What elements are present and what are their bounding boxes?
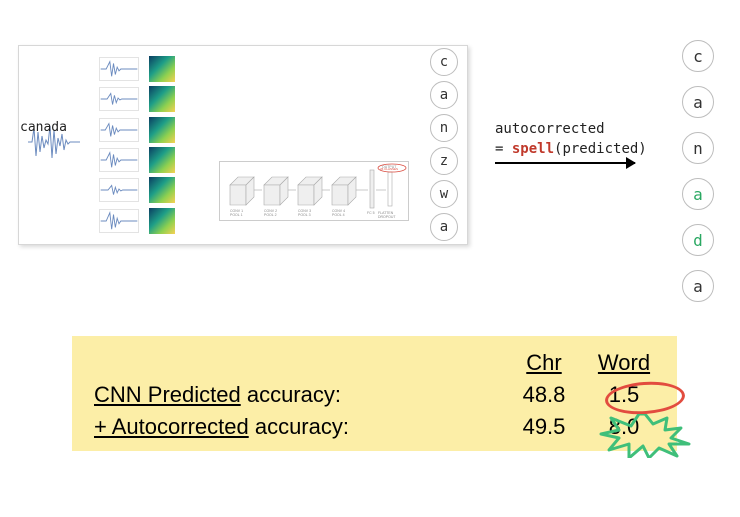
pipeline-row: [99, 84, 457, 114]
spectrogram-icon: [149, 147, 175, 173]
row-label-underlined: + Autocorrected: [94, 414, 249, 439]
segment-waveform-icon: [99, 148, 139, 172]
spell-fn: spell: [512, 141, 554, 157]
corrected-letter: n: [682, 132, 714, 164]
svg-text:26 CLASSES: 26 CLASSES: [380, 167, 398, 171]
corrected-letter-changed: d: [682, 224, 714, 256]
cnn-architecture-icon: CONV 1 POOL 1 CONV 2 POOL 2 CONV 3 POOL …: [219, 161, 409, 221]
svg-text:FC 5: FC 5: [367, 211, 375, 215]
autocorrect-args: (predicted): [554, 141, 647, 157]
col-chr: Chr: [513, 350, 575, 376]
corrected-letter: a: [682, 270, 714, 302]
autocorrect-expression: autocorrected = spell(predicted): [495, 120, 647, 159]
corrected-letter: a: [682, 86, 714, 118]
chr-value: 49.5: [513, 414, 575, 440]
spectrogram-icon: [149, 208, 175, 234]
svg-text:POOL 4: POOL 4: [332, 213, 345, 217]
pipeline-row: [99, 115, 457, 145]
svg-text:POOL 3: POOL 3: [298, 213, 311, 217]
arrow-icon: [495, 162, 635, 164]
spectrogram-icon: [149, 56, 175, 82]
segment-waveform-icon: [99, 178, 139, 202]
svg-text:POOL 2: POOL 2: [264, 213, 277, 217]
pipeline-row: [99, 54, 457, 84]
results-row-cnn: CNN Predicted accuracy: 48.8 1.5: [94, 382, 655, 408]
segment-waveform-icon: [99, 118, 139, 142]
results-row-autocorrect: + Autocorrected accuracy: 49.5 8.0: [94, 414, 655, 440]
col-word: Word: [593, 350, 655, 376]
svg-text:DROPOUT: DROPOUT: [378, 215, 396, 219]
segment-waveform-icon: [99, 209, 139, 233]
corrected-letter-changed: a: [682, 178, 714, 210]
predicted-letter: w: [430, 180, 458, 208]
predicted-letter: a: [430, 213, 458, 241]
predicted-letter: n: [430, 114, 458, 142]
spectrogram-icon: [149, 86, 175, 112]
spectrogram-icon: [149, 117, 175, 143]
predicted-letter: a: [430, 81, 458, 109]
row-label-rest: accuracy:: [241, 382, 341, 407]
autocorrect-lhs: autocorrected: [495, 121, 605, 137]
svg-text:POOL 1: POOL 1: [230, 213, 243, 217]
corrected-letter-column: c a n a d a: [682, 40, 714, 302]
autocorrect-eq: =: [495, 141, 512, 157]
spectrogram-icon: [149, 177, 175, 203]
predicted-letter: c: [430, 48, 458, 76]
predicted-letter: z: [430, 147, 458, 175]
results-header: Chr Word: [94, 350, 655, 376]
row-label-rest: accuracy:: [249, 414, 349, 439]
highlight-starburst-icon: [599, 414, 691, 458]
segment-waveform-icon: [99, 57, 139, 81]
pipeline-panel: CONV 1 POOL 1 CONV 2 POOL 2 CONV 3 POOL …: [18, 45, 468, 245]
predicted-letter-column: c a n z w a: [430, 48, 458, 241]
segment-waveform-icon: [99, 87, 139, 111]
corrected-letter: c: [682, 40, 714, 72]
input-word-label: canada: [20, 120, 67, 135]
chr-value: 48.8: [513, 382, 575, 408]
results-table: Chr Word CNN Predicted accuracy: 48.8 1.…: [72, 336, 677, 451]
row-label-underlined: CNN Predicted: [94, 382, 241, 407]
